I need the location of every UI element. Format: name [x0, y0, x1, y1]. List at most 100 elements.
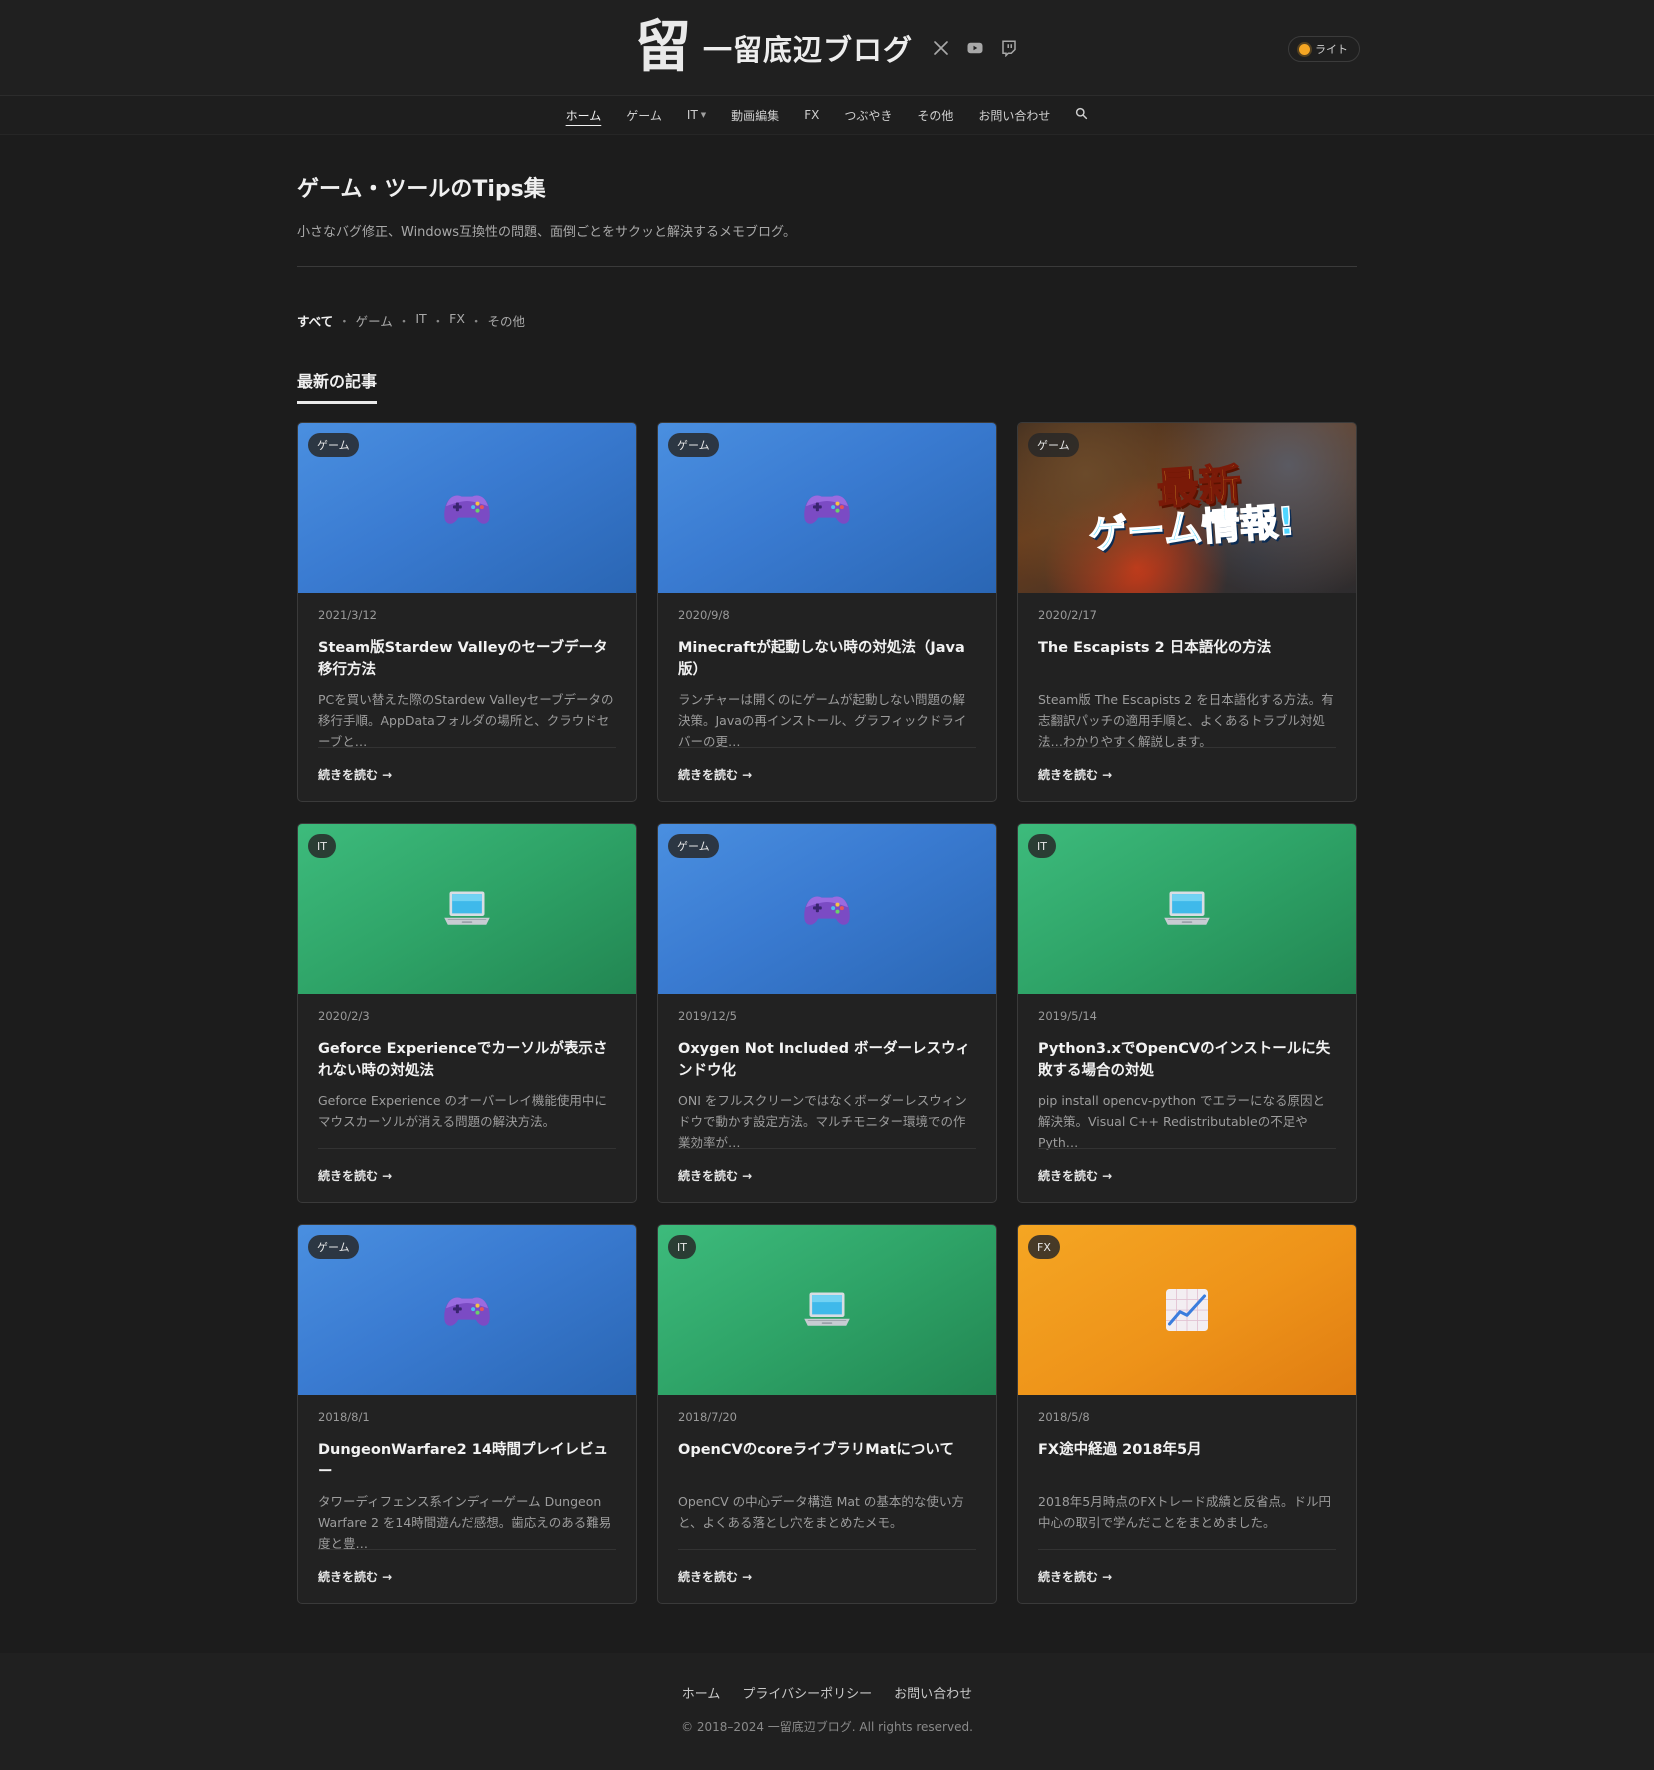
post-card[interactable]: IT 2020/2/3 Geforce Experienceでカーソルが表示されない…: [297, 823, 637, 1203]
post-title[interactable]: Oxygen Not Included ボーダーレスウィンドウ化: [678, 1038, 976, 1082]
category-badge[interactable]: IT: [308, 834, 336, 858]
post-grid: ゲーム 2021/3/12 Steam版Stardew Valleyのセーブデータ移…: [297, 422, 1357, 1604]
post-excerpt: ONI をフルスクリーンではなくボーダーレスウィンドウで動かす設定方法。マルチモ…: [678, 1093, 967, 1150]
post-excerpt: Steam版 The Escapists 2 を日本語化する方法。有志翻訳パッチ…: [1038, 692, 1334, 749]
x-icon[interactable]: [931, 38, 951, 58]
post-title[interactable]: FX途中経過 2018年5月: [1038, 1439, 1336, 1483]
footer-link-home[interactable]: ホーム: [682, 1683, 721, 1702]
category-badge[interactable]: ゲーム: [668, 433, 719, 457]
post-thumbnail[interactable]: IT: [1018, 824, 1356, 994]
post-card[interactable]: IT 2019/5/14 Python3.xでOpenCVのインストールに失敗する場…: [1017, 823, 1357, 1203]
category-badge[interactable]: ゲーム: [308, 433, 359, 457]
category-badge[interactable]: ゲーム: [668, 834, 719, 858]
laptop-icon: [444, 891, 490, 925]
post-card[interactable]: ゲーム 最新 ゲーム情報! 2020/2/17 The Escapists 2 日本語化…: [1017, 422, 1357, 802]
post-card-body: 2019/5/14 Python3.xでOpenCVのインストールに失敗する場合の…: [1018, 994, 1356, 1153]
read-more-link[interactable]: 続きを読む →: [318, 747, 616, 801]
category-badge[interactable]: ゲーム: [1028, 433, 1079, 457]
filter-separator: ・: [431, 314, 445, 329]
category-badge[interactable]: IT: [668, 1235, 696, 1259]
post-card[interactable]: IT 2018/7/20 OpenCVのcoreライブラリMatについて OpenCV…: [657, 1224, 997, 1604]
post-date: 2020/2/3: [318, 1009, 370, 1023]
post-title[interactable]: Minecraftが起動しない時の対処法（Java版）: [678, 637, 976, 681]
post-title[interactable]: Steam版Stardew Valleyのセーブデータ移行方法: [318, 637, 616, 681]
read-more-link[interactable]: 続きを読む →: [318, 1549, 616, 1603]
post-thumbnail[interactable]: ゲーム: [658, 423, 996, 593]
post-thumbnail[interactable]: ゲーム 最新 ゲーム情報!: [1018, 423, 1356, 593]
filter-all[interactable]: すべて: [297, 311, 333, 330]
post-card[interactable]: ゲーム 2021/3/12 Steam版Stardew Valleyのセーブデータ移…: [297, 422, 637, 802]
post-card[interactable]: ゲーム 2020/9/8 Minecraftが起動しない時の対処法（Java版） ラン…: [657, 422, 997, 802]
post-excerpt: OpenCV の中心データ構造 Mat の基本的な使い方と、よくある落とし穴をま…: [678, 1494, 964, 1530]
brand[interactable]: 留 一留底辺ブログ: [635, 19, 913, 76]
search-button[interactable]: [1075, 107, 1088, 123]
post-thumbnail[interactable]: FX: [1018, 1225, 1356, 1395]
filter-other[interactable]: その他: [487, 311, 525, 330]
post-excerpt: Geforce Experience のオーバーレイ機能使用中にマウスカーソルが…: [318, 1093, 607, 1129]
filter-fx[interactable]: FX: [449, 311, 465, 330]
post-card-body: 2020/9/8 Minecraftが起動しない時の対処法（Java版） ランチャー…: [658, 593, 996, 752]
post-title[interactable]: The Escapists 2 日本語化の方法: [1038, 637, 1336, 681]
read-more-link[interactable]: 続きを読む →: [1038, 747, 1336, 801]
gamepad-icon: [804, 896, 850, 925]
theme-toggle-button[interactable]: ライト: [1288, 36, 1360, 62]
post-card-body: 2018/7/20 OpenCVのcoreライブラリMatについて OpenCV の…: [658, 1395, 996, 1554]
read-more-link[interactable]: 続きを読む →: [678, 747, 976, 801]
nav-item-other[interactable]: その他: [917, 107, 953, 124]
site-title[interactable]: 一留底辺ブログ: [703, 27, 913, 69]
footer-link-privacy[interactable]: プライバシーポリシー: [742, 1683, 872, 1702]
nav-item-video-editing[interactable]: 動画編集: [731, 107, 779, 124]
post-title[interactable]: Geforce Experienceでカーソルが表示されない時の対処法: [318, 1038, 616, 1082]
chevron-down-icon: ▼: [700, 111, 707, 119]
post-card[interactable]: ゲーム 2019/12/5 Oxygen Not Included ボーダーレスウィ…: [657, 823, 997, 1203]
post-card-body: 2020/2/17 The Escapists 2 日本語化の方法 Steam版 T…: [1018, 593, 1356, 752]
filter-it[interactable]: IT: [415, 311, 426, 330]
gamepad-icon: [804, 495, 850, 524]
filter-separator: ・: [338, 314, 351, 329]
footer-link-contact[interactable]: お問い合わせ: [894, 1683, 972, 1702]
post-excerpt: タワーディフェンス系インディーゲーム Dungeon Warfare 2 を14…: [318, 1494, 612, 1551]
post-title[interactable]: Python3.xでOpenCVのインストールに失敗する場合の対処: [1038, 1038, 1336, 1082]
post-thumbnail[interactable]: ゲーム: [298, 423, 636, 593]
read-more-link[interactable]: 続きを読む →: [318, 1148, 616, 1202]
post-card-body: 2018/8/1 DungeonWarfare2 14時間プレイレビュー タワーディ…: [298, 1395, 636, 1554]
post-title[interactable]: OpenCVのcoreライブラリMatについて: [678, 1439, 976, 1483]
filter-game[interactable]: ゲーム: [356, 311, 393, 330]
category-badge[interactable]: FX: [1028, 1235, 1060, 1259]
nav-item-home[interactable]: ホーム: [566, 107, 602, 124]
category-badge[interactable]: IT: [1028, 834, 1056, 858]
laptop-icon: [1164, 891, 1210, 925]
post-thumbnail[interactable]: IT: [658, 1225, 996, 1395]
post-card-body: 2019/12/5 Oxygen Not Included ボーダーレスウィンドウ…: [658, 994, 996, 1153]
category-badge[interactable]: ゲーム: [308, 1235, 359, 1259]
nav-item-contact[interactable]: お問い合わせ: [978, 107, 1050, 124]
nav-item-it[interactable]: IT ▼: [687, 108, 706, 122]
copyright: © 2018–2024 一留底辺ブログ. All rights reserved…: [681, 1720, 973, 1734]
post-date: 2021/3/12: [318, 608, 377, 622]
read-more-link[interactable]: 続きを読む →: [678, 1148, 976, 1202]
post-card[interactable]: FX 2018/5/8 FX途中経過 2018年5月 2018年5月時点のFXトレード…: [1017, 1224, 1357, 1604]
post-card[interactable]: ゲーム 2018/8/1 DungeonWarfare2 14時間プレイレビュー タワ…: [297, 1224, 637, 1604]
read-more-link[interactable]: 続きを読む →: [1038, 1549, 1336, 1603]
post-thumbnail[interactable]: IT: [298, 824, 636, 994]
nav-item-game[interactable]: ゲーム: [626, 107, 662, 124]
filter-separator: ・: [469, 314, 483, 329]
post-card-body: 2018/5/8 FX途中経過 2018年5月 2018年5月時点のFXトレード成績…: [1018, 1395, 1356, 1554]
post-thumbnail[interactable]: ゲーム: [298, 1225, 636, 1395]
post-excerpt: pip install opencv-python でエラーになる原因と解決策。…: [1038, 1093, 1326, 1150]
nav-item-fx[interactable]: FX: [804, 108, 819, 122]
read-more-link[interactable]: 続きを読む →: [1038, 1148, 1336, 1202]
twitch-icon[interactable]: [999, 38, 1019, 58]
gamepad-icon: [444, 1297, 490, 1326]
chart-increasing-icon: [1166, 1289, 1208, 1331]
nav-item-tweets[interactable]: つぶやき: [844, 107, 892, 124]
post-title[interactable]: DungeonWarfare2 14時間プレイレビュー: [318, 1439, 616, 1483]
laptop-icon: [804, 1292, 850, 1326]
post-thumbnail[interactable]: ゲーム: [658, 824, 996, 994]
gamepad-icon: [444, 495, 490, 524]
page-title: ゲーム・ツールのTips集: [297, 177, 546, 202]
post-date: 2020/2/17: [1038, 608, 1097, 622]
youtube-icon[interactable]: [965, 38, 985, 58]
post-excerpt: 2018年5月時点のFXトレード成績と反省点。ドル円中心の取引で学んだことをまと…: [1038, 1494, 1332, 1530]
read-more-link[interactable]: 続きを読む →: [678, 1549, 976, 1603]
